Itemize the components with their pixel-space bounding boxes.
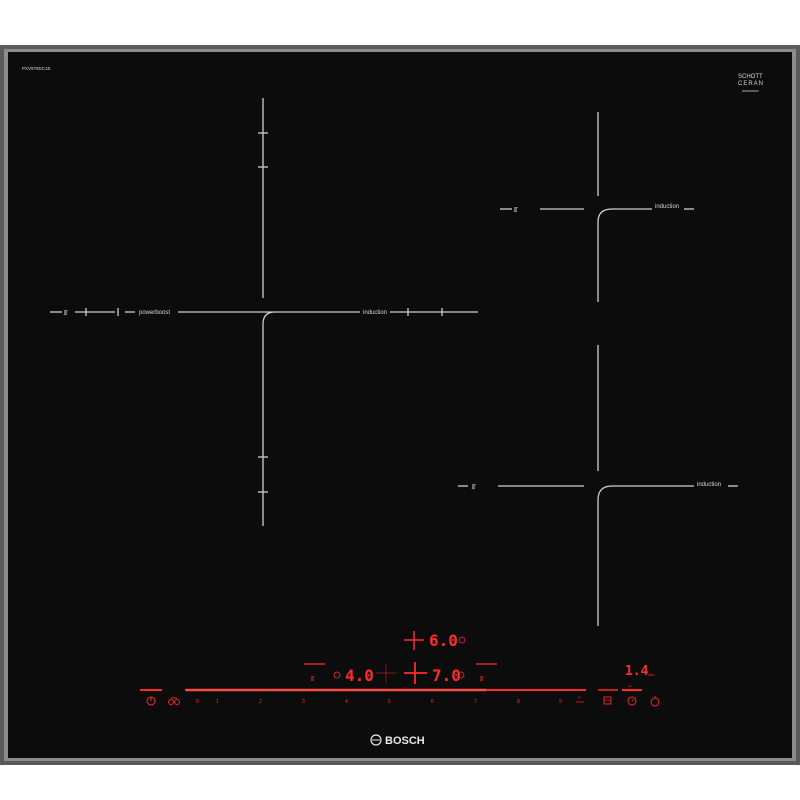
scale-7[interactable]: 7	[474, 699, 477, 705]
left-zone-power-display: 4.0	[345, 666, 374, 685]
scale-9[interactable]: 9	[559, 699, 562, 705]
svg-text:·[interactable]: ·	[237, 700, 238, 704]
svg-text:BOSCH: BOSCH	[385, 735, 425, 747]
right-top-induction-label: induction	[655, 204, 679, 210]
powerboost-label: powerboost	[139, 310, 170, 316]
top-zone-power-display: 6.0	[429, 631, 458, 650]
svg-text:CERAN: CERAN	[738, 81, 764, 87]
glass-surface	[8, 52, 792, 758]
svg-text:·[interactable]: ·	[409, 700, 410, 704]
svg-text:·[interactable]: ·	[323, 700, 324, 704]
scale-3[interactable]: 3	[302, 699, 305, 705]
scale-0[interactable]: 0	[196, 699, 199, 705]
timer-sub-unit: sec	[628, 684, 633, 688]
scale-5[interactable]: 5	[388, 699, 391, 705]
scale-4[interactable]: 4	[345, 699, 348, 705]
right-zone-power-display: 7.0	[432, 666, 461, 685]
timer-unit: min	[648, 672, 654, 677]
left-induction-label: induction	[363, 310, 387, 316]
svg-text:0000000000: 0000000000	[742, 89, 759, 93]
svg-text:SCHOTT: SCHOTT	[738, 74, 763, 80]
scale-1[interactable]: 1	[216, 699, 219, 705]
svg-text:·[interactable]: ·	[366, 700, 367, 704]
scale-powerboost[interactable]: P	[578, 695, 581, 700]
scale-8[interactable]: 8	[517, 699, 520, 705]
scale-2[interactable]: 2	[259, 699, 262, 705]
timer-display: 1.4	[625, 664, 649, 679]
cooktop-glass: PXV975DC1E SCHOTT CERAN 0000000000 ʃʃʃ p…	[0, 45, 800, 765]
model-code: PXV975DC1E	[22, 66, 51, 71]
right-bottom-induction-label: induction	[697, 482, 721, 488]
svg-text:·[interactable]: ·	[280, 700, 281, 704]
scale-6[interactable]: 6	[431, 699, 434, 705]
svg-text:·[interactable]: ·	[538, 700, 539, 704]
svg-text:·[interactable]: ·	[495, 700, 496, 704]
svg-text:·[interactable]: ·	[452, 700, 453, 704]
